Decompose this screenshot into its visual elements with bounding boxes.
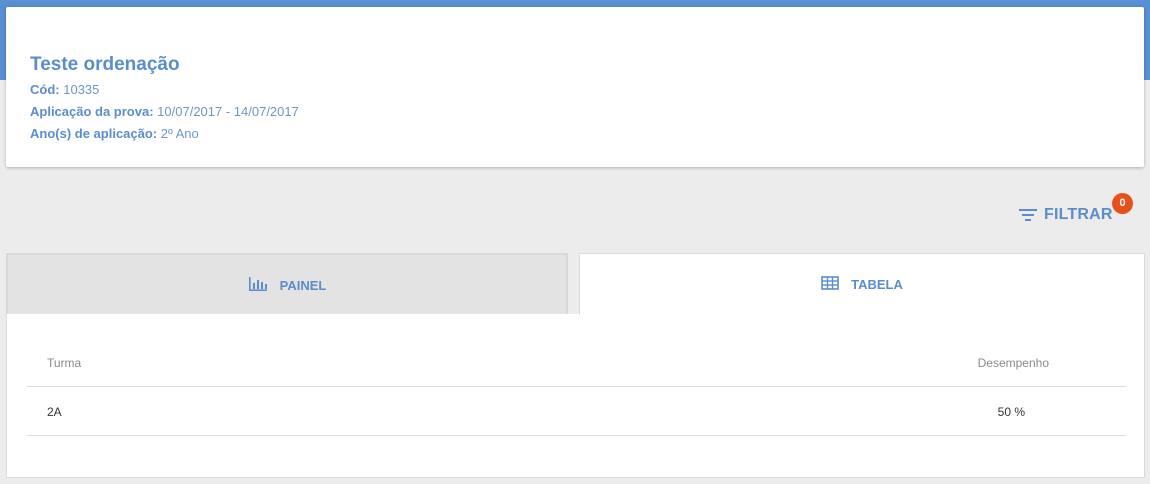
exam-years-value: 2º Ano <box>160 126 199 141</box>
filter-label: FILTRAR <box>1044 206 1113 223</box>
exam-title: Teste ordenação <box>30 54 180 75</box>
tab-tabela-label: TABELA <box>851 277 903 292</box>
tab-painel[interactable]: PAINEL <box>6 253 568 315</box>
table-grid-icon <box>821 276 839 293</box>
exam-application-value: 10/07/2017 - 14/07/2017 <box>157 104 299 119</box>
column-header-turma[interactable]: Turma <box>47 356 81 370</box>
exam-code-value: 10335 <box>63 82 100 97</box>
exam-years-label: Ano(s) de aplicação: <box>30 126 158 141</box>
tab-painel-label: PAINEL <box>279 277 327 293</box>
exam-header-card: Teste ordenação Cód: 10335 Aplicação da … <box>6 7 1144 167</box>
column-header-desempenho[interactable]: Desempenho <box>978 356 1049 370</box>
cell-desempenho: 50 % <box>997 405 1025 419</box>
tab-tabela[interactable]: TABELA <box>579 253 1145 315</box>
exam-application-line: Aplicação da prova: 10/07/2017 - 14/07/2… <box>30 104 299 119</box>
exam-years-line: Ano(s) de aplicação: 2º Ano <box>30 126 199 141</box>
table-header-row: Turma Desempenho <box>27 338 1126 387</box>
results-table: Turma Desempenho 2A 50 % <box>27 338 1126 436</box>
cell-turma: 2A <box>47 405 62 419</box>
exam-application-label: Aplicação da prova: <box>30 104 154 119</box>
table-row[interactable]: 2A 50 % <box>27 387 1126 436</box>
filter-list-icon <box>1018 208 1038 222</box>
exam-code-line: Cód: 10335 <box>30 82 99 97</box>
exam-code-label: Cód: <box>30 82 60 97</box>
bar-chart-icon <box>248 276 268 295</box>
filter-button[interactable]: FILTRAR <box>1018 203 1113 227</box>
table-panel: Turma Desempenho 2A 50 % <box>6 314 1145 478</box>
filter-count-badge: 0 <box>1112 193 1133 214</box>
